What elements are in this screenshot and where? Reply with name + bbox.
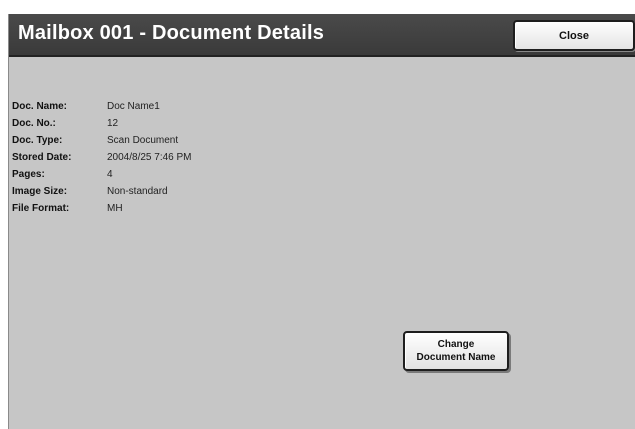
top-margin xyxy=(0,0,635,14)
title-bar: Mailbox 001 - Document Details Close xyxy=(9,14,635,57)
detail-value: Scan Document xyxy=(107,135,179,146)
document-details-panel: Mailbox 001 - Document Details Close Doc… xyxy=(8,14,635,429)
change-name-label-line2: Document Name xyxy=(416,352,496,363)
change-name-label-line1: Change xyxy=(437,339,475,350)
detail-label: File Format: xyxy=(12,203,70,214)
close-button[interactable]: Close xyxy=(513,20,635,51)
detail-value: Doc Name1 xyxy=(107,101,160,112)
detail-value: MH xyxy=(107,203,123,214)
detail-label: Image Size: xyxy=(12,186,68,197)
change-document-name-button[interactable]: Change Document Name xyxy=(403,331,509,371)
page-title: Mailbox 001 - Document Details xyxy=(18,22,325,44)
detail-label: Pages: xyxy=(12,169,45,180)
detail-value: 2004/8/25 7:46 PM xyxy=(107,152,192,163)
detail-label: Doc. Type: xyxy=(12,135,63,146)
detail-label: Doc. Name: xyxy=(12,101,68,112)
detail-value: 12 xyxy=(107,118,119,129)
detail-value: 4 xyxy=(107,169,113,180)
detail-value: Non-standard xyxy=(107,186,168,197)
detail-label: Doc. No.: xyxy=(12,118,56,129)
detail-label: Stored Date: xyxy=(12,152,72,163)
